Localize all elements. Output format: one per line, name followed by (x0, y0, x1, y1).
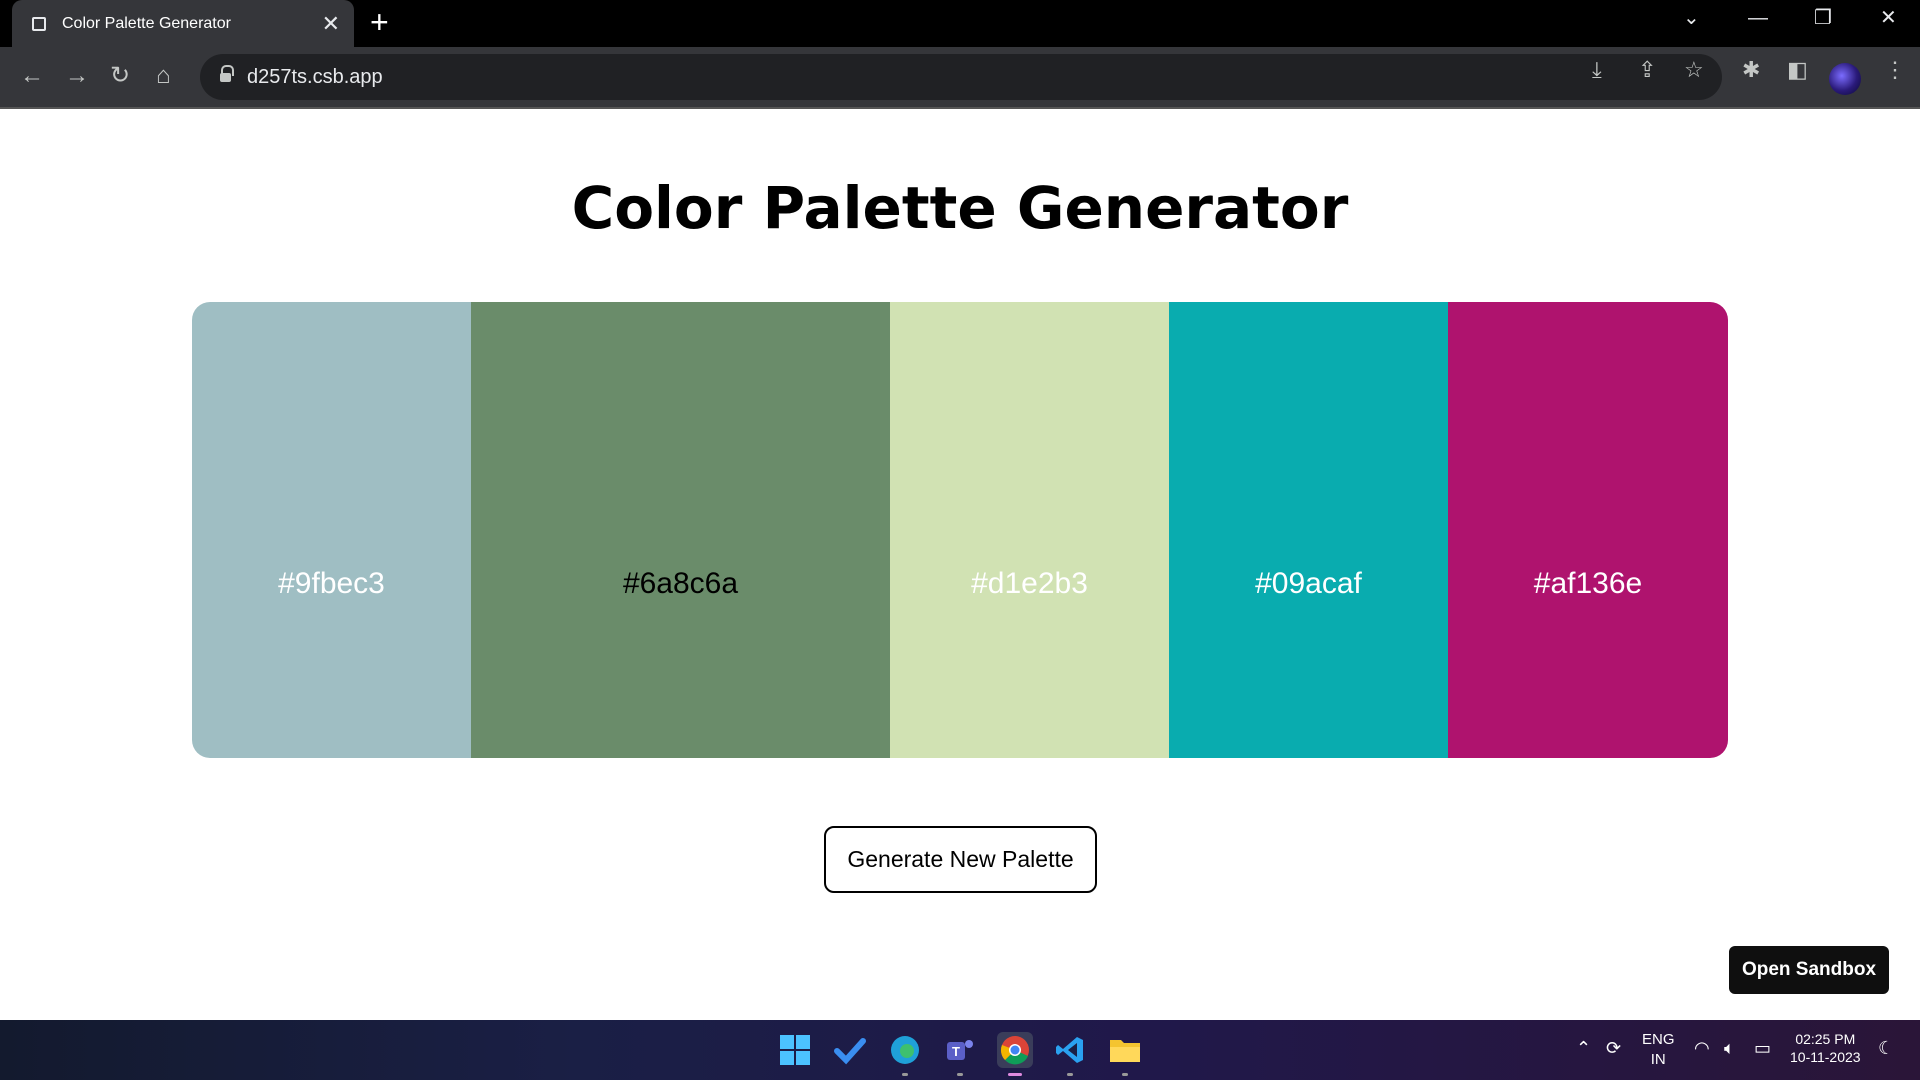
show-hidden-icons-icon[interactable]: ⌃ (1576, 1039, 1591, 1057)
focus-assist-icon[interactable]: ☾ (1878, 1039, 1894, 1057)
color-swatch[interactable]: #9fbec3 (192, 302, 471, 758)
close-tab-icon[interactable]: ✕ (322, 12, 340, 35)
todo-app-icon[interactable] (832, 1032, 868, 1068)
start-menu-icon[interactable] (777, 1032, 813, 1068)
color-swatch[interactable]: #6a8c6a (471, 302, 890, 758)
home-icon[interactable]: ⌂ (156, 64, 171, 88)
clock-time: 02:25 PM (1795, 1031, 1856, 1047)
chrome-icon[interactable] (997, 1032, 1033, 1076)
generate-palette-button[interactable]: Generate New Palette (824, 826, 1097, 893)
restore-icon[interactable]: ❐ (1814, 8, 1832, 28)
profile-avatar[interactable] (1829, 63, 1861, 95)
vscode-icon[interactable] (1052, 1032, 1088, 1076)
clock-date: 10-11-2023 (1790, 1049, 1861, 1066)
running-indicator (1067, 1073, 1073, 1076)
color-palette: #9fbec3 #6a8c6a #d1e2b3 #09acaf #af136e (192, 302, 1728, 758)
lock-icon[interactable] (220, 65, 234, 84)
menu-kebab-icon[interactable]: ⋮ (1884, 59, 1906, 81)
color-swatch[interactable]: #09acaf (1169, 302, 1448, 758)
language-code: ENG (1642, 1031, 1675, 1048)
running-indicator (1122, 1073, 1128, 1076)
reload-icon[interactable]: ↻ (110, 64, 130, 88)
color-swatch[interactable]: #af136e (1448, 302, 1728, 758)
page-title: Color Palette Generator (571, 174, 1349, 242)
wifi-icon[interactable]: ◠ (1694, 1039, 1710, 1057)
running-indicator (957, 1073, 963, 1076)
battery-icon[interactable]: ▭ (1754, 1039, 1771, 1057)
color-hex-label: #09acaf (1255, 567, 1362, 600)
minimize-icon[interactable]: — (1748, 8, 1768, 28)
color-swatch[interactable]: #d1e2b3 (890, 302, 1169, 758)
color-hex-label: #af136e (1533, 567, 1643, 600)
file-explorer-icon[interactable] (1107, 1032, 1143, 1076)
forward-icon[interactable]: → (65, 64, 89, 88)
url-text[interactable]: d257ts.csb.app (247, 66, 383, 89)
language-indicator[interactable]: ENG IN (1642, 1030, 1675, 1069)
install-app-icon[interactable]: ⤓ (1592, 59, 1602, 81)
clock[interactable]: 02:25 PM 10-11-2023 (1790, 1030, 1861, 1066)
browser-tab[interactable]: Color Palette Generator ✕ (12, 0, 354, 47)
tab-title: Color Palette Generator (62, 14, 231, 32)
color-hex-label: #6a8c6a (622, 567, 739, 600)
back-icon[interactable]: ← (20, 64, 44, 88)
active-indicator (1008, 1073, 1022, 1076)
language-region: IN (1650, 1050, 1666, 1068)
svg-text:T: T (952, 1044, 960, 1059)
windows-taskbar: T ⌃ ⟳ ENG IN ◠ 🔈︎ ▭ 02:25 PM 10-11-2023 … (0, 1020, 1920, 1080)
close-window-icon[interactable]: ✕ (1880, 8, 1897, 28)
page-favicon-icon (32, 16, 46, 31)
browser-toolbar: ← → ↻ ⌂ d257ts.csb.app ⤓ ⇪ ☆ ✱ ◧ ⋮ (0, 47, 1920, 109)
side-panel-icon[interactable]: ◧ (1787, 59, 1808, 81)
new-tab-icon[interactable]: + (370, 6, 389, 38)
open-sandbox-button[interactable]: Open Sandbox (1729, 946, 1889, 994)
tab-search-icon[interactable]: ⌄ (1683, 8, 1700, 28)
running-indicator (902, 1073, 908, 1076)
teams-icon[interactable]: T (942, 1032, 978, 1076)
extensions-icon[interactable]: ✱ (1742, 59, 1760, 81)
volume-icon[interactable]: 🔈︎ (1724, 1039, 1735, 1057)
color-hex-label: #9fbec3 (278, 567, 385, 600)
sync-icon[interactable]: ⟳ (1606, 1039, 1621, 1057)
share-icon[interactable]: ⇪ (1638, 59, 1656, 81)
tab-strip: Color Palette Generator ✕ + ⌄ — ❐ ✕ (0, 0, 1920, 47)
color-hex-label: #d1e2b3 (971, 567, 1088, 600)
bookmark-star-icon[interactable]: ☆ (1684, 59, 1704, 81)
address-bar[interactable]: d257ts.csb.app (200, 54, 1722, 100)
edge-browser-icon[interactable] (887, 1032, 923, 1076)
